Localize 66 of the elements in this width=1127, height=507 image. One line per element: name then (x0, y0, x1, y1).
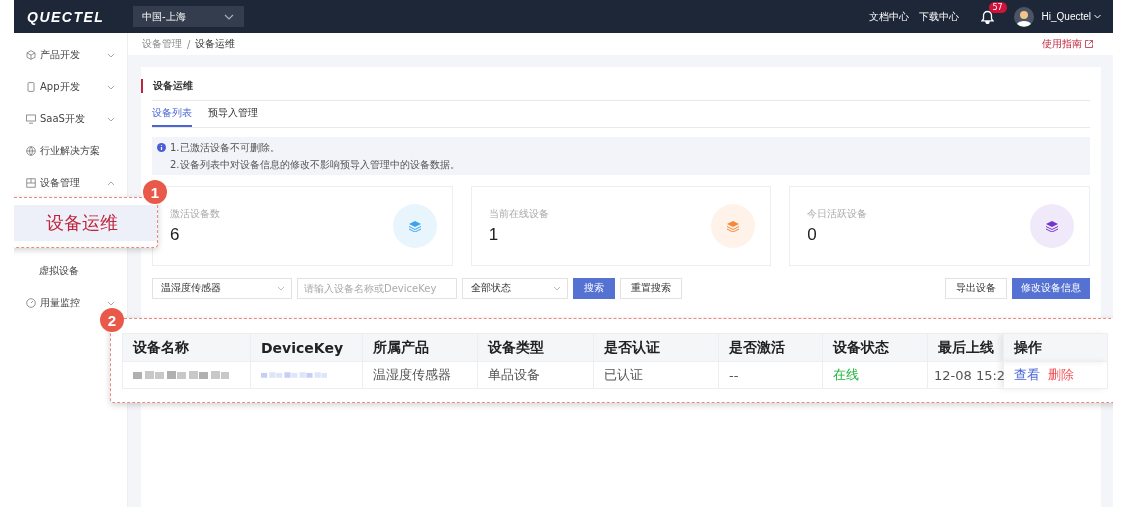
grid-icon (26, 178, 36, 188)
blurred-text-drawing (261, 369, 327, 380)
nav-link[interactable]: 文档中心 (868, 9, 909, 24)
region-select[interactable]: 中国-上海 (133, 6, 244, 27)
stat-value: 1 (488, 225, 500, 245)
view-link[interactable]: 查看 (1014, 367, 1040, 382)
logo[interactable]: QUECTEL (27, 8, 133, 25)
avatar-icon[interactable] (1013, 6, 1034, 27)
column-header: 最后上线 (927, 333, 1004, 362)
chevron-down-icon (553, 285, 561, 291)
sidebar-item[interactable]: App开发 (14, 71, 127, 103)
sidebar-item[interactable]: 产品开发 (14, 39, 127, 71)
bell-icon[interactable] (980, 9, 994, 24)
column-header: 所属产品 (362, 333, 478, 362)
table-cell: 温湿度传感器 (362, 361, 478, 389)
table-cell: 单品设备 (477, 361, 594, 389)
notice-text: 1.已激活设备不可删除。 (170, 140, 280, 155)
search-field[interactable]: 请输入设备名称或DeviceKey (297, 277, 457, 299)
column-header: DeviceKey (250, 333, 363, 362)
edit-button[interactable]: 修改设备信息 (1012, 277, 1090, 299)
product-select[interactable]: 温湿度传感器 (152, 277, 292, 299)
table-cell: 12-08 15:2 (927, 361, 1004, 389)
stat-label: 当前在线设备 (488, 207, 549, 221)
sidebar-subitem[interactable]: 虚拟设备 (14, 255, 127, 287)
table-cell: 已认证 (593, 361, 719, 389)
external-link-icon (1085, 40, 1093, 48)
chevron-down-icon (277, 285, 285, 291)
cube-icon (26, 50, 36, 60)
delete-link[interactable]: 删除 (1048, 367, 1074, 382)
search-button[interactable]: 搜索 (573, 277, 615, 299)
notice-text: 2.设备列表中对设备信息的修改不影响预导入管理中的设备数据。 (170, 157, 460, 172)
reset-button[interactable]: 重置搜索 (620, 277, 682, 299)
breadcrumb-item[interactable]: 设备管理 (142, 37, 182, 51)
stat-label: 今日活跃设备 (807, 207, 868, 221)
globe-icon (26, 146, 36, 156)
stat-label: 激活设备数 (170, 207, 220, 221)
info-icon (157, 143, 166, 152)
tab[interactable]: 预导入管理 (208, 101, 258, 127)
sidebar-item[interactable]: 行业解决方案 (14, 135, 127, 167)
sidebar-item[interactable]: SaaS开发 (14, 103, 127, 135)
chevron-down-icon (224, 13, 234, 20)
status-cell: 在线 (822, 361, 928, 389)
gauge-icon (26, 298, 36, 308)
column-header: 设备类型 (477, 333, 594, 362)
guide-link[interactable]: 使用指南 (1042, 37, 1093, 51)
breadcrumb-item: 设备运维 (195, 37, 236, 51)
stat-value: 0 (807, 225, 818, 245)
table-cell: -- (718, 361, 823, 389)
column-header: 是否激活 (718, 333, 823, 362)
status-select[interactable]: 全部状态 (462, 277, 568, 299)
chevron-down-icon (1094, 14, 1101, 19)
phone-icon (26, 82, 36, 92)
page-title: 设备运维 (141, 79, 1090, 93)
column-header: 是否认证 (593, 333, 719, 362)
stat-value: 6 (170, 225, 181, 245)
export-button[interactable]: 导出设备 (945, 277, 1007, 299)
column-header: 设备状态 (822, 333, 928, 362)
tab[interactable]: 设备列表 (152, 101, 192, 127)
nav-link[interactable]: 下载中心 (918, 9, 959, 24)
notification-badge: 57 (988, 1, 1007, 13)
column-header: 设备名称 (122, 333, 251, 362)
breadcrumb-separator: / (187, 38, 191, 50)
column-header: 操作 (1003, 333, 1108, 362)
sidebar-item[interactable]: 设备管理 (14, 167, 127, 199)
monitor-icon (26, 114, 36, 124)
user-menu[interactable]: Hi_Quectel (1041, 11, 1101, 22)
